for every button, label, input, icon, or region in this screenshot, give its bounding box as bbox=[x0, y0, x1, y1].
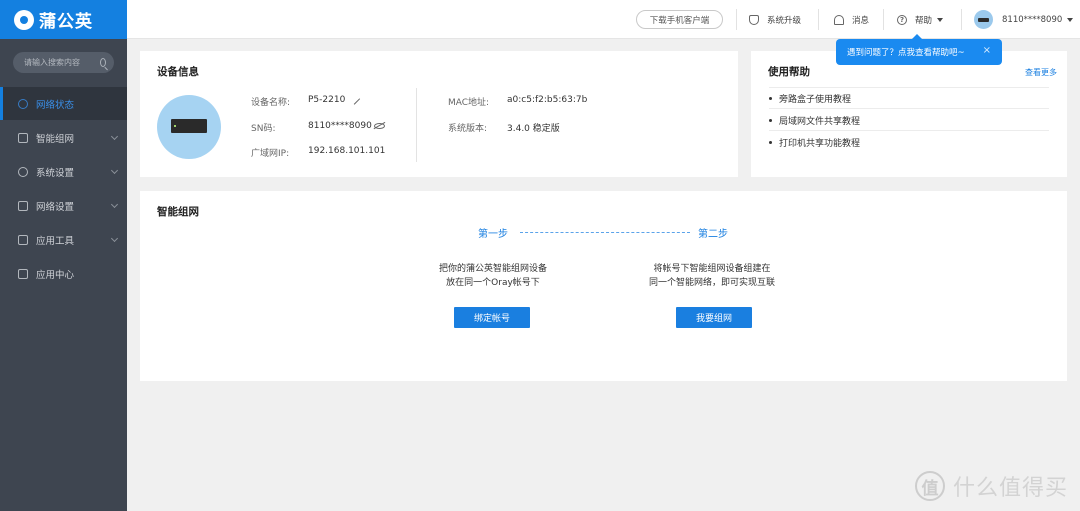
sidebar-nav: 网络状态 智能组网 系统设置 网络设置 应用工具 应用中心 bbox=[0, 87, 127, 290]
chevron-down-icon bbox=[110, 132, 119, 141]
help-link-item[interactable]: 局域网文件共享教程 bbox=[769, 110, 1049, 131]
close-icon[interactable]: × bbox=[983, 46, 991, 56]
help-label: 帮助 bbox=[915, 15, 933, 26]
divider bbox=[416, 88, 417, 162]
device-image bbox=[157, 95, 221, 159]
chevron-down-icon bbox=[110, 234, 119, 243]
smart-network-card: 智能组网 第一步 第二步 把你的蒲公英智能组网设备 放在同一个Oray帐号下 将… bbox=[140, 191, 1067, 381]
help-link-item[interactable]: 旁路盒子使用教程 bbox=[769, 88, 1049, 109]
toolbox-icon bbox=[18, 234, 28, 245]
caret-down-icon bbox=[937, 17, 944, 22]
version-label: 系统版本: bbox=[448, 124, 488, 134]
tooltip-text: 遇到问题了？点我查看帮助吧~ bbox=[847, 48, 965, 58]
card-title: 使用帮助 bbox=[768, 66, 810, 78]
watermark: 值 什么值得买 bbox=[914, 470, 1068, 502]
header-divider bbox=[883, 9, 884, 30]
logo-text: 蒲公英 bbox=[39, 12, 93, 32]
sidebar-item-network-settings[interactable]: 网络设置 bbox=[0, 189, 127, 222]
bullet bbox=[769, 96, 772, 100]
sidebar-item-label: 网络设置 bbox=[36, 201, 75, 213]
view-more-link[interactable]: 查看更多 bbox=[1025, 67, 1057, 78]
bind-account-button[interactable]: 绑定帐号 bbox=[454, 307, 530, 328]
device-name-value: P5-2210 bbox=[308, 95, 346, 105]
sn-value: 8110****8090 bbox=[308, 121, 372, 131]
help-link-item[interactable]: 打印机共享功能教程 bbox=[769, 132, 1049, 153]
account-menu-button[interactable]: 8110****8090 bbox=[974, 0, 1074, 39]
eye-hidden-icon[interactable] bbox=[374, 123, 385, 129]
avatar bbox=[974, 10, 993, 29]
bullet bbox=[769, 141, 772, 144]
sidebar-search bbox=[13, 52, 114, 73]
help-tooltip[interactable]: 遇到问题了？点我查看帮助吧~ × bbox=[836, 34, 1002, 65]
network-icon bbox=[18, 132, 28, 143]
sidebar-item-system-settings[interactable]: 系统设置 bbox=[0, 155, 127, 188]
sidebar-item-label: 系统设置 bbox=[36, 167, 75, 179]
step1-description: 把你的蒲公英智能组网设备 放在同一个Oray帐号下 bbox=[408, 262, 578, 290]
messages-button[interactable]: 消息 bbox=[834, 0, 869, 39]
download-app-button[interactable]: 下载手机客户端 bbox=[636, 10, 723, 29]
step2-label: 第二步 bbox=[698, 229, 728, 240]
sidebar-item-network-status[interactable]: 网络状态 bbox=[0, 87, 127, 120]
watermark-logo: 值 bbox=[914, 471, 945, 501]
step1-desc-line2: 放在同一个Oray帐号下 bbox=[446, 278, 540, 288]
step-connector bbox=[520, 232, 690, 233]
help-card: 使用帮助 查看更多 旁路盒子使用教程 局域网文件共享教程 打印机共享功能教程 bbox=[751, 51, 1067, 177]
create-network-button[interactable]: 我要组网 bbox=[676, 307, 752, 328]
card-title: 智能组网 bbox=[157, 206, 199, 218]
question-icon: ? bbox=[897, 14, 907, 25]
help-link-label: 打印机共享功能教程 bbox=[779, 139, 861, 149]
device-name-label: 设备名称: bbox=[251, 98, 291, 108]
header-divider bbox=[818, 9, 819, 30]
header-divider bbox=[736, 9, 737, 30]
monitor-icon bbox=[18, 98, 28, 109]
step2-description: 将帐号下智能组网设备组建在 同一个智能网络，即可实现互联 bbox=[627, 262, 797, 290]
help-link-label: 局域网文件共享教程 bbox=[779, 116, 861, 127]
system-upgrade-label: 系统升级 bbox=[767, 15, 802, 26]
dandelion-logo-icon bbox=[14, 9, 34, 30]
cube-icon bbox=[18, 268, 28, 279]
sidebar-item-label: 网络状态 bbox=[36, 99, 75, 111]
sidebar-item-label: 应用工具 bbox=[36, 235, 75, 247]
chevron-down-icon bbox=[110, 166, 119, 175]
search-icon[interactable] bbox=[100, 58, 106, 67]
bell-icon bbox=[834, 14, 844, 25]
device-info-card: 设备信息 设备名称: P5-2210 SN码: 8110****8090 广域网… bbox=[140, 51, 738, 177]
top-header: 下载手机客户端 系统升级 消息 ? 帮助 8110****8090 bbox=[127, 0, 1080, 39]
version-value: 3.4.0 稳定版 bbox=[507, 124, 560, 134]
wan-ip-label: 广域网IP: bbox=[251, 149, 290, 159]
caret-down-icon bbox=[1067, 17, 1074, 22]
bullet bbox=[769, 118, 772, 122]
messages-label: 消息 bbox=[852, 15, 870, 26]
step2-desc-line1: 将帐号下智能组网设备组建在 bbox=[653, 264, 771, 274]
sidebar: 蒲公英 网络状态 智能组网 系统设置 网络设置 应用工具 bbox=[0, 0, 127, 511]
wan-ip-value: 192.168.101.101 bbox=[308, 146, 386, 156]
mac-label: MAC地址: bbox=[448, 98, 490, 108]
logo[interactable]: 蒲公英 bbox=[0, 0, 127, 39]
gear-icon bbox=[18, 166, 28, 177]
shield-icon bbox=[749, 14, 759, 25]
edit-icon[interactable] bbox=[353, 98, 361, 105]
step2-desc-line2: 同一个智能网络，即可实现互联 bbox=[648, 278, 775, 288]
sn-label: SN码: bbox=[251, 124, 276, 134]
sidebar-item-smart-network[interactable]: 智能组网 bbox=[0, 121, 127, 154]
header-divider bbox=[961, 9, 962, 30]
sidebar-item-app-center[interactable]: 应用中心 bbox=[0, 257, 127, 290]
step1-desc-line1: 把你的蒲公英智能组网设备 bbox=[438, 264, 547, 274]
document-icon bbox=[18, 200, 28, 211]
help-link-label: 旁路盒子使用教程 bbox=[779, 94, 852, 105]
watermark-text: 什么值得买 bbox=[952, 476, 1068, 501]
chevron-down-icon bbox=[110, 200, 119, 209]
system-upgrade-button[interactable]: 系统升级 bbox=[749, 0, 801, 39]
step1-label: 第一步 bbox=[478, 229, 508, 240]
sidebar-item-label: 智能组网 bbox=[36, 133, 75, 145]
account-label: 8110****8090 bbox=[1002, 14, 1063, 25]
search-input[interactable] bbox=[24, 58, 100, 67]
sidebar-item-label: 应用中心 bbox=[36, 269, 75, 281]
card-title: 设备信息 bbox=[157, 66, 199, 78]
sidebar-item-app-tools[interactable]: 应用工具 bbox=[0, 223, 127, 256]
mac-value: a0:c5:f2:b5:63:7b bbox=[507, 95, 588, 105]
